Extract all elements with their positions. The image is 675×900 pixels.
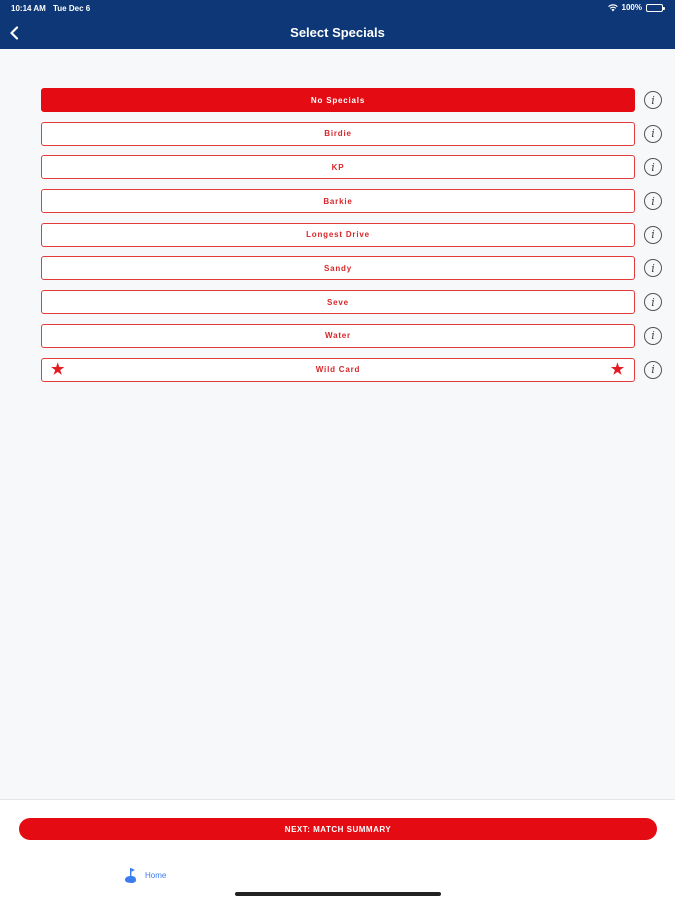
special-row-barkie: Barkie i xyxy=(41,189,663,214)
info-icon[interactable]: i xyxy=(644,225,662,244)
star-icon: ★ xyxy=(51,360,66,378)
special-button-water[interactable]: Water xyxy=(41,323,635,348)
info-icon[interactable]: i xyxy=(644,91,662,109)
info-icon[interactable]: i xyxy=(644,158,662,177)
special-row-sandy: Sandy i xyxy=(41,256,663,281)
special-button-birdie[interactable]: Birdie xyxy=(41,121,635,146)
header-bar: 10:14 AM Tue Dec 6 100% Select Specials xyxy=(0,0,675,49)
status-right: 100% xyxy=(607,3,665,12)
specials-list: No Specials i Birdie i KP i Barkie i Lon… xyxy=(41,88,663,391)
special-label: Barkie xyxy=(323,196,353,206)
info-icon[interactable]: i xyxy=(644,192,662,211)
battery-percent: 100% xyxy=(621,3,642,12)
special-row-birdie: Birdie i xyxy=(41,121,663,146)
home-label: Home xyxy=(145,870,167,880)
special-row-seve: Seve i xyxy=(41,290,663,315)
special-button-sandy[interactable]: Sandy xyxy=(41,256,635,281)
special-label: Water xyxy=(325,331,351,341)
special-button-seve[interactable]: Seve xyxy=(41,290,635,315)
special-row-wild-card: ★ Wild Card ★ i xyxy=(41,357,663,382)
info-icon[interactable]: i xyxy=(644,360,662,379)
home-indicator xyxy=(235,892,441,896)
golf-flag-icon xyxy=(125,868,136,883)
home-tab[interactable]: Home xyxy=(123,866,166,884)
special-button-longest-drive[interactable]: Longest Drive xyxy=(41,222,635,247)
special-label: Wild Card xyxy=(315,365,361,374)
battery-icon xyxy=(646,3,665,12)
special-row-no-specials: No Specials i xyxy=(41,88,663,112)
special-label: KP xyxy=(331,162,345,172)
special-button-wild-card[interactable]: ★ Wild Card ★ xyxy=(41,357,635,382)
info-icon[interactable]: i xyxy=(644,326,662,345)
special-button-no-specials[interactable]: No Specials xyxy=(41,88,635,112)
info-icon[interactable]: i xyxy=(644,124,662,143)
status-time: 10:14 AM xyxy=(11,4,46,13)
special-row-water: Water i xyxy=(41,323,663,348)
special-label: Sandy xyxy=(323,263,352,273)
special-button-kp[interactable]: KP xyxy=(41,155,635,180)
special-row-longest-drive: Longest Drive i xyxy=(41,222,663,247)
special-label: Longest Drive xyxy=(306,230,370,240)
next-button-label: NEXT: MATCH SUMMARY xyxy=(284,824,392,834)
status-date: Tue Dec 6 xyxy=(53,4,91,13)
app-root: 10:14 AM Tue Dec 6 100% Select Specials … xyxy=(0,0,675,900)
special-row-kp: KP i xyxy=(41,155,663,180)
bottom-panel: NEXT: MATCH SUMMARY Home xyxy=(0,799,675,900)
page-title: Select Specials xyxy=(290,25,385,40)
star-icon: ★ xyxy=(610,360,625,378)
info-icon[interactable]: i xyxy=(644,259,662,278)
special-label: No Specials xyxy=(310,95,366,105)
special-label: Seve xyxy=(327,297,349,307)
wifi-icon xyxy=(607,3,618,12)
next-match-summary-button[interactable]: NEXT: MATCH SUMMARY xyxy=(19,818,657,840)
special-label: Birdie xyxy=(324,129,352,139)
info-icon[interactable]: i xyxy=(644,293,662,312)
special-button-barkie[interactable]: Barkie xyxy=(41,189,635,214)
